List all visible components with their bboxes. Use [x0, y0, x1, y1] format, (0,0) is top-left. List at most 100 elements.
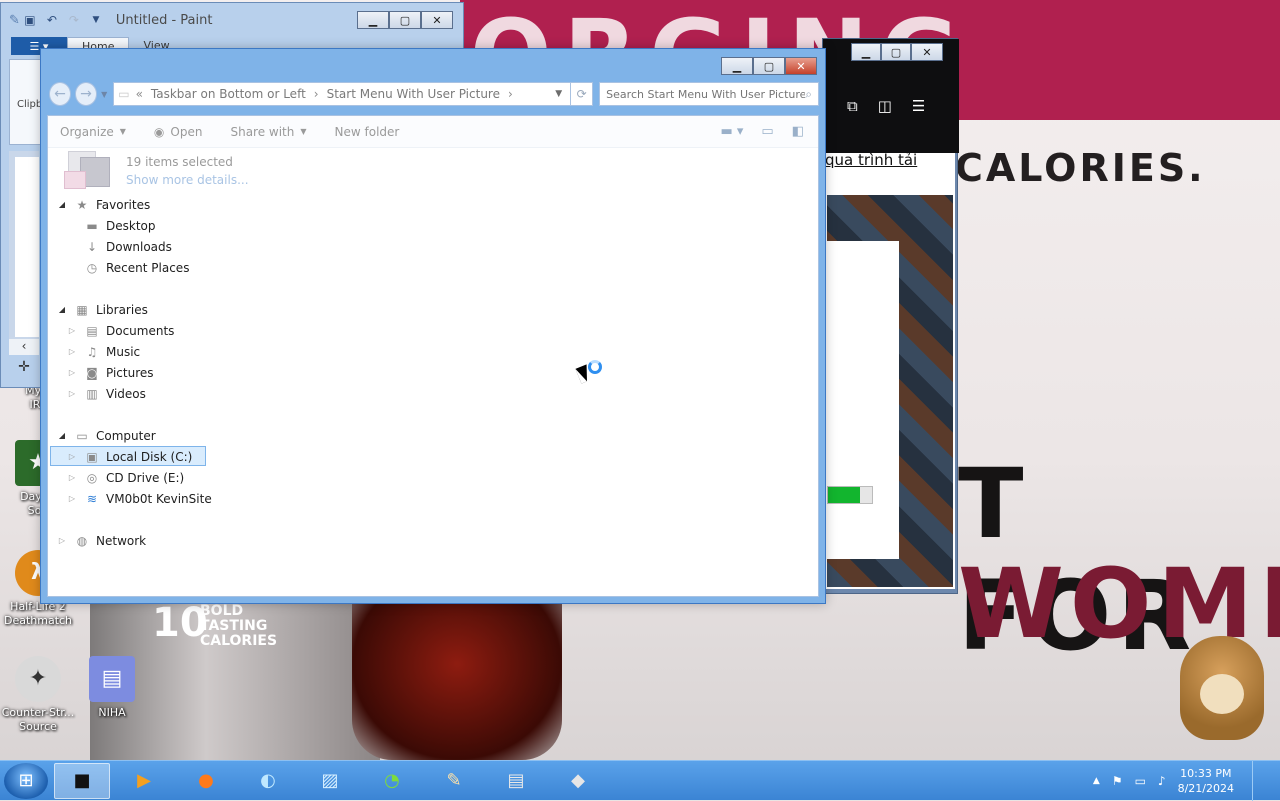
save-icon[interactable]: ▣ — [22, 12, 38, 28]
nav-label: Libraries — [96, 302, 148, 317]
collapse-arrow-icon[interactable]: ◢ — [56, 431, 68, 440]
preview-pane-icon[interactable]: ▭ — [761, 124, 773, 139]
redo-icon[interactable]: ↷ — [66, 12, 82, 28]
paint-canvas[interactable] — [15, 157, 39, 337]
forward-button[interactable]: → — [75, 82, 98, 106]
show-more-details-link[interactable]: Show more details... — [126, 173, 249, 187]
start-button[interactable]: ⊞ — [4, 762, 48, 799]
flag-icon[interactable]: ⚑ — [1112, 774, 1123, 788]
nav-network[interactable]: ▷ ◍ Network — [48, 530, 820, 551]
nav-libraries[interactable]: ◢ ▦ Libraries — [48, 299, 820, 320]
expand-arrow-icon[interactable]: ▷ — [66, 452, 78, 461]
hamster-gadget[interactable] — [1180, 636, 1264, 740]
change-view-icon[interactable]: ▬ ▾ — [720, 124, 743, 139]
nav-videos[interactable]: ▷ ▥ Videos — [48, 383, 820, 404]
reader-icon[interactable]: ◫ — [878, 97, 892, 115]
refresh-button[interactable]: ⟳ — [571, 82, 594, 106]
search-input[interactable] — [606, 87, 806, 101]
taskbar-app-browser[interactable]: ◐ — [240, 763, 296, 799]
taskbar-app-explorer[interactable]: ▤ — [488, 763, 544, 799]
maximize-button[interactable]: ▢ — [753, 57, 785, 75]
organize-label: Organize — [60, 124, 114, 139]
clock-icon: ◷ — [86, 260, 98, 275]
nav-desktop[interactable]: ▬ Desktop — [48, 215, 820, 236]
taskbar-app-media-player[interactable]: ▶ — [116, 763, 172, 799]
breadcrumb-separator-icon[interactable]: › — [314, 87, 319, 101]
clock-date: 8/21/2024 — [1177, 781, 1234, 795]
desktop-icon-counter-strike[interactable]: ✦ Counter-Str... Source — [0, 656, 76, 734]
close-button[interactable]: ✕ — [421, 11, 453, 29]
organize-button[interactable]: Organize ▼ — [60, 125, 126, 139]
share-with-button[interactable]: Share with ▼ — [230, 125, 306, 139]
volume-icon[interactable]: ♪ — [1158, 774, 1166, 788]
explorer-body: Organize ▼ ◉ Open Share with ▼ New folde… — [47, 115, 819, 597]
breadcrumb-overflow-icon[interactable]: « — [136, 87, 143, 101]
star-icon: ★ — [76, 197, 88, 212]
extensions-icon[interactable]: ⧉ — [847, 97, 858, 115]
expand-arrow-icon[interactable]: ▷ — [66, 347, 78, 356]
taskbar-app-roblox[interactable]: ◆ — [550, 763, 606, 799]
nav-recent-places[interactable]: ◷ Recent Places — [48, 257, 820, 278]
browser-window[interactable]: ▁ ▢ ✕ ⧉ ◫ ☰ qua trình tải — [822, 38, 959, 594]
nav-music[interactable]: ▷ ♫ Music — [48, 341, 820, 362]
breadcrumb-item[interactable]: Taskbar on Bottom or Left — [151, 87, 306, 101]
desktop-icon-niha[interactable]: ▤ NIHA — [74, 656, 150, 720]
expand-arrow-icon[interactable]: ▷ — [66, 326, 78, 335]
collapse-arrow-icon[interactable]: ◢ — [56, 305, 68, 314]
taskbar-app-terminal[interactable]: ■ — [54, 762, 110, 799]
minimize-button[interactable]: ▁ — [721, 57, 753, 75]
explorer-window-controls: ▁ ▢ ✕ — [721, 57, 817, 75]
monitor-icon[interactable]: ▭ — [1135, 774, 1146, 788]
nav-downloads[interactable]: ↓ Downloads — [48, 236, 820, 257]
nav-local-disk[interactable]: ▷ ▣ Local Disk (C:) — [48, 446, 820, 467]
new-folder-button[interactable]: New folder — [335, 125, 400, 139]
close-button[interactable]: ✕ — [911, 43, 943, 61]
minimize-button[interactable]: ▁ — [357, 11, 389, 29]
undo-icon[interactable]: ↶ — [44, 12, 60, 28]
help-icon[interactable]: ◧ — [792, 124, 804, 139]
nav-label: Music — [106, 344, 141, 359]
breadcrumb-separator-icon[interactable]: › — [508, 87, 513, 101]
paint-app-icon[interactable]: ✎ — [9, 13, 20, 28]
browser-link[interactable]: qua trình tải — [825, 151, 917, 169]
nav-favorites[interactable]: ◢ ★ Favorites — [48, 194, 820, 215]
clipboard-group-label: Clipb — [17, 99, 43, 110]
nav-documents[interactable]: ▷ ▤ Documents — [48, 320, 820, 341]
expand-arrow-icon[interactable]: ▷ — [66, 389, 78, 398]
expand-arrow-icon[interactable]: ▷ — [66, 494, 78, 503]
taskbar-app-photos[interactable]: ▨ — [302, 763, 358, 799]
taskbar-app-green[interactable]: ◔ — [364, 763, 420, 799]
scroll-left-icon[interactable]: ‹ — [9, 339, 39, 355]
expand-arrow-icon[interactable]: ▷ — [66, 368, 78, 377]
maximize-button[interactable]: ▢ — [389, 11, 421, 29]
expand-arrow-icon[interactable]: ▷ — [56, 536, 68, 545]
back-button[interactable]: ← — [49, 82, 72, 106]
browser-window-controls: ▁ ▢ ✕ — [851, 43, 943, 61]
minimize-button[interactable]: ▁ — [851, 43, 881, 61]
open-button[interactable]: ◉ Open — [154, 125, 203, 139]
search-icon[interactable]: ⌕ — [805, 87, 812, 102]
maximize-button[interactable]: ▢ — [881, 43, 911, 61]
nav-computer[interactable]: ◢ ▭ Computer — [48, 425, 820, 446]
open-label: Open — [170, 124, 203, 139]
taskbar-app-firefox[interactable]: ● — [178, 763, 234, 799]
expand-arrow-icon[interactable]: ▷ — [66, 473, 78, 482]
nav-cd-drive[interactable]: ▷ ◎ CD Drive (E:) — [48, 467, 820, 488]
clock[interactable]: 10:33 PM 8/21/2024 — [1178, 766, 1234, 796]
show-desktop-button[interactable] — [1252, 760, 1264, 801]
nav-pictures[interactable]: ▷ ◙ Pictures — [48, 362, 820, 383]
collapse-arrow-icon[interactable]: ◢ — [56, 200, 68, 209]
search-box[interactable]: ⌕ — [599, 82, 819, 106]
breadcrumb-item[interactable]: Start Menu With User Picture — [327, 87, 500, 101]
show-hidden-icons-icon[interactable]: ▲ — [1093, 776, 1100, 786]
menu-icon[interactable]: ☰ — [912, 97, 925, 115]
close-button[interactable]: ✕ — [785, 57, 817, 75]
recent-locations-icon[interactable]: ▼ — [101, 90, 107, 99]
chevron-down-icon[interactable]: ▼ — [555, 89, 562, 99]
nav-network-share[interactable]: ▷ ≋ VM0b0t KevinSite — [48, 488, 820, 509]
chevron-down-icon[interactable]: ▼ — [88, 12, 104, 28]
nav-label: Favorites — [96, 197, 151, 212]
explorer-window[interactable]: ▁ ▢ ✕ ← → ▼ ▭ « Taskbar on Bottom or Lef… — [40, 48, 826, 604]
taskbar-app-paint[interactable]: ✎ — [426, 763, 482, 799]
address-bar[interactable]: ▭ « Taskbar on Bottom or Left › Start Me… — [113, 82, 572, 106]
